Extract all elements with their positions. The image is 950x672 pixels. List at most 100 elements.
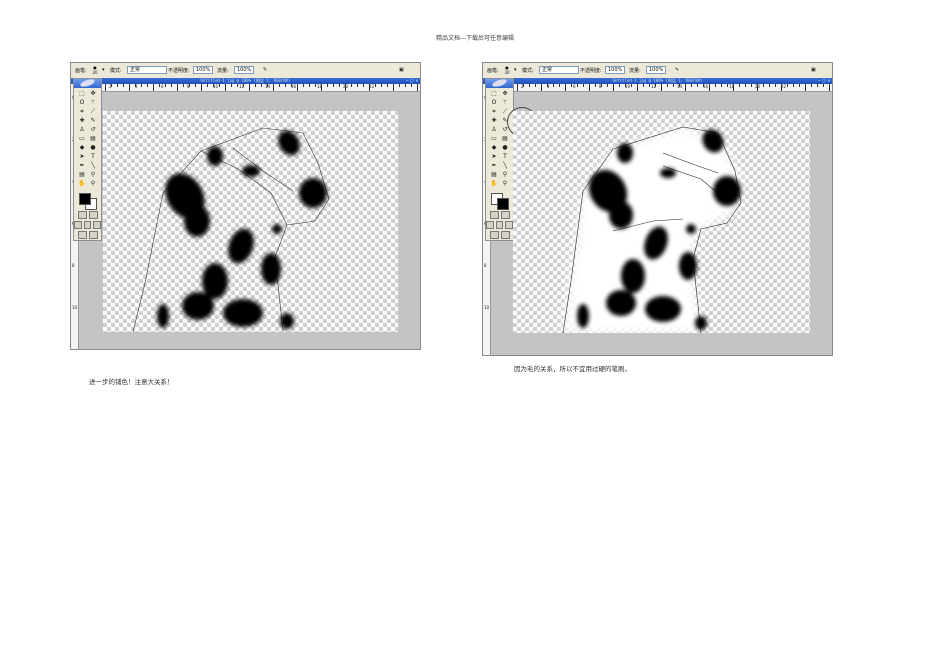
flow-field[interactable]: 100%: [234, 66, 254, 74]
ruler-tick: [715, 84, 716, 87]
ruler-label: 4: [135, 84, 138, 89]
lasso-tool-icon[interactable]: ʘ: [77, 99, 87, 107]
path-select-icon[interactable]: ➤: [77, 153, 87, 161]
eraser-tool-icon[interactable]: ▭: [489, 135, 499, 143]
ruler-tick: [333, 84, 334, 87]
clone-stamp-icon[interactable]: ♙: [489, 126, 499, 134]
ruler-tick: [817, 84, 818, 87]
ruler-tick: [261, 84, 262, 87]
eyedropper-icon[interactable]: ⚲: [500, 171, 510, 179]
type-tool-icon[interactable]: T: [500, 153, 510, 161]
clone-stamp-icon[interactable]: ♙: [77, 126, 87, 134]
airbrush-icon[interactable]: ✎: [675, 67, 679, 73]
blur-tool-icon[interactable]: ◆: [77, 144, 87, 152]
ruler-tick: [661, 84, 662, 91]
ruler-tick: [553, 84, 554, 87]
magic-wand-icon[interactable]: ⚚: [500, 99, 510, 107]
opacity-label: 不透明度:: [580, 68, 602, 74]
ruler-label: 18: [729, 84, 735, 89]
shape-tool-icon[interactable]: ╲: [500, 162, 510, 170]
screen-modes[interactable]: [74, 220, 102, 230]
type-tool-icon[interactable]: T: [88, 153, 98, 161]
zoom-tool-icon[interactable]: ⚲: [500, 180, 510, 188]
dalmatian-painting: [132, 127, 330, 332]
quick-mask-modes[interactable]: [486, 210, 513, 220]
quick-mask-modes[interactable]: [74, 210, 101, 220]
ruler-tick: [565, 84, 566, 91]
slice-tool-icon[interactable]: ⟋: [88, 108, 98, 116]
marquee-tool-icon[interactable]: ⬚: [77, 90, 87, 98]
background-color-swatch[interactable]: [497, 198, 509, 210]
dodge-tool-icon[interactable]: ●: [88, 144, 98, 152]
ruler-label: 10: [213, 84, 219, 89]
foreground-color-swatch[interactable]: [79, 193, 91, 205]
crop-tool-icon[interactable]: ⌗: [489, 108, 499, 116]
chevron-down-icon[interactable]: ▾: [102, 67, 105, 73]
airbrush-icon[interactable]: ✎: [263, 67, 267, 73]
mode-select[interactable]: 正常: [539, 66, 579, 74]
hand-tool-icon[interactable]: ✋: [77, 180, 87, 188]
path-select-icon[interactable]: ➤: [489, 153, 499, 161]
ruler-tick: [177, 84, 178, 91]
ruler-label: 2: [521, 84, 524, 89]
imageready-jump[interactable]: [486, 230, 513, 240]
mode-label: 模式:: [110, 68, 122, 74]
opacity-field[interactable]: 100%: [605, 66, 625, 74]
ruler-tick: [141, 84, 142, 87]
brush-size: 30: [504, 70, 510, 75]
ruler-label: 2: [109, 84, 112, 89]
color-swatches[interactable]: [489, 191, 510, 210]
magic-wand-icon[interactable]: ⚚: [88, 99, 98, 107]
palette-well-icon[interactable]: ▣: [399, 67, 404, 73]
color-swatches[interactable]: [77, 191, 98, 210]
marquee-tool-icon[interactable]: ⬚: [489, 90, 499, 98]
mode-label: 模式:: [522, 68, 534, 74]
move-tool-icon[interactable]: ✥: [500, 90, 510, 98]
ruler-label: 4: [547, 84, 550, 89]
document-title: Untitled-1.jpg @ 100% (图层 1, RGB/8#): [200, 78, 291, 83]
opacity-field[interactable]: 100%: [193, 66, 213, 74]
healing-brush-icon[interactable]: ✚: [489, 117, 499, 125]
ruler-tick: [685, 84, 686, 91]
shape-tool-icon[interactable]: ╲: [88, 162, 98, 170]
dalmatian-painting: [562, 126, 742, 333]
pen-tool-icon[interactable]: ✒: [489, 162, 499, 170]
dodge-tool-icon[interactable]: ●: [500, 144, 510, 152]
move-tool-icon[interactable]: ✥: [88, 90, 98, 98]
mode-select[interactable]: 正常: [127, 66, 167, 74]
ruler-tick: [255, 84, 256, 87]
gradient-tool-icon[interactable]: ▤: [88, 135, 98, 143]
brush-tool-icon[interactable]: ✎: [88, 117, 98, 125]
healing-brush-icon[interactable]: ✚: [77, 117, 87, 125]
ruler-tick: [673, 84, 674, 87]
feather-icon: [491, 77, 508, 89]
screen-modes[interactable]: [486, 220, 514, 230]
flow-label: 流量:: [217, 68, 229, 74]
caption-right: 因为毛的关系，所以不宜用过硬的笔刷。: [514, 365, 631, 373]
history-brush-icon[interactable]: ↺: [88, 126, 98, 134]
eyedropper-icon[interactable]: ⚲: [88, 171, 98, 179]
chevron-down-icon[interactable]: ▾: [514, 67, 517, 73]
ruler-tick: [793, 84, 794, 87]
ruler-tick: [207, 84, 208, 87]
imageready-jump[interactable]: [74, 230, 101, 240]
flow-field[interactable]: 100%: [646, 66, 666, 74]
hand-tool-icon[interactable]: ✋: [489, 180, 499, 188]
ruler-tick: [117, 84, 118, 87]
zoom-tool-icon[interactable]: ⚲: [88, 180, 98, 188]
gradient-tool-icon[interactable]: ▤: [500, 135, 510, 143]
eraser-tool-icon[interactable]: ▭: [77, 135, 87, 143]
ruler-tick: [721, 84, 722, 87]
notes-tool-icon[interactable]: ▤: [77, 171, 87, 179]
ruler-tick: [637, 84, 638, 91]
dog-canvas[interactable]: [103, 111, 398, 332]
blur-tool-icon[interactable]: ◆: [489, 144, 499, 152]
brush-preset-picker[interactable]: ● 20: [92, 65, 98, 75]
lasso-tool-icon[interactable]: ʘ: [489, 99, 499, 107]
crop-tool-icon[interactable]: ⌗: [77, 108, 87, 116]
palette-well-icon[interactable]: ▣: [811, 67, 816, 73]
brush-preset-picker[interactable]: ● 30: [504, 65, 510, 75]
notes-tool-icon[interactable]: ▤: [489, 171, 499, 179]
dog-canvas[interactable]: [513, 111, 810, 333]
pen-tool-icon[interactable]: ✒: [77, 162, 87, 170]
